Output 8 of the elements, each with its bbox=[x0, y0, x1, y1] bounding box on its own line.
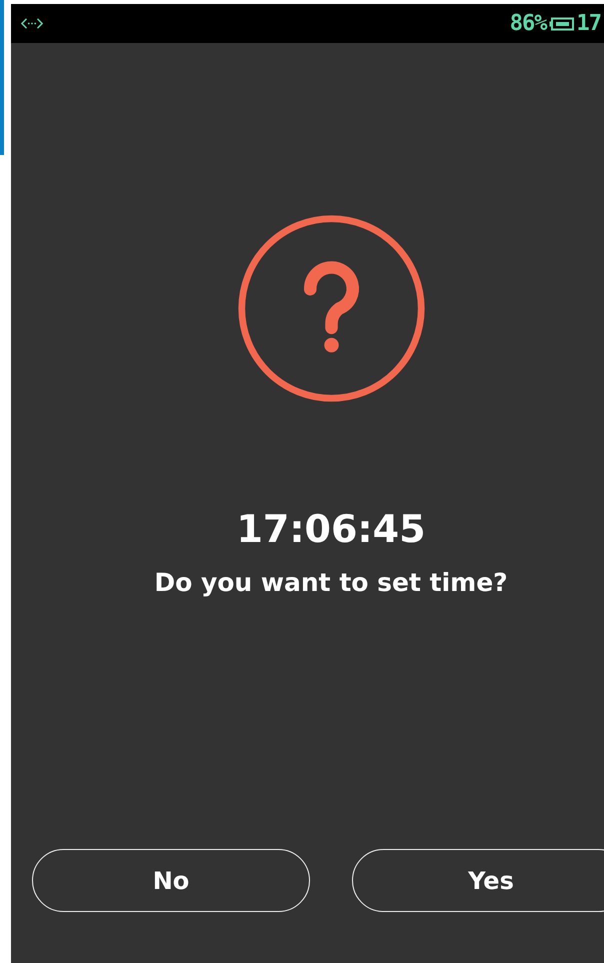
connection-icon bbox=[21, 16, 43, 31]
battery-percent: 86% bbox=[510, 11, 546, 36]
time-display: 17:06:45 bbox=[236, 507, 426, 551]
question-text: Do you want to set time? bbox=[154, 567, 508, 599]
no-button[interactable]: No bbox=[32, 849, 310, 912]
battery-icon bbox=[548, 16, 574, 30]
yes-button[interactable]: Yes bbox=[352, 849, 604, 912]
status-clock: 17 bbox=[576, 11, 601, 36]
